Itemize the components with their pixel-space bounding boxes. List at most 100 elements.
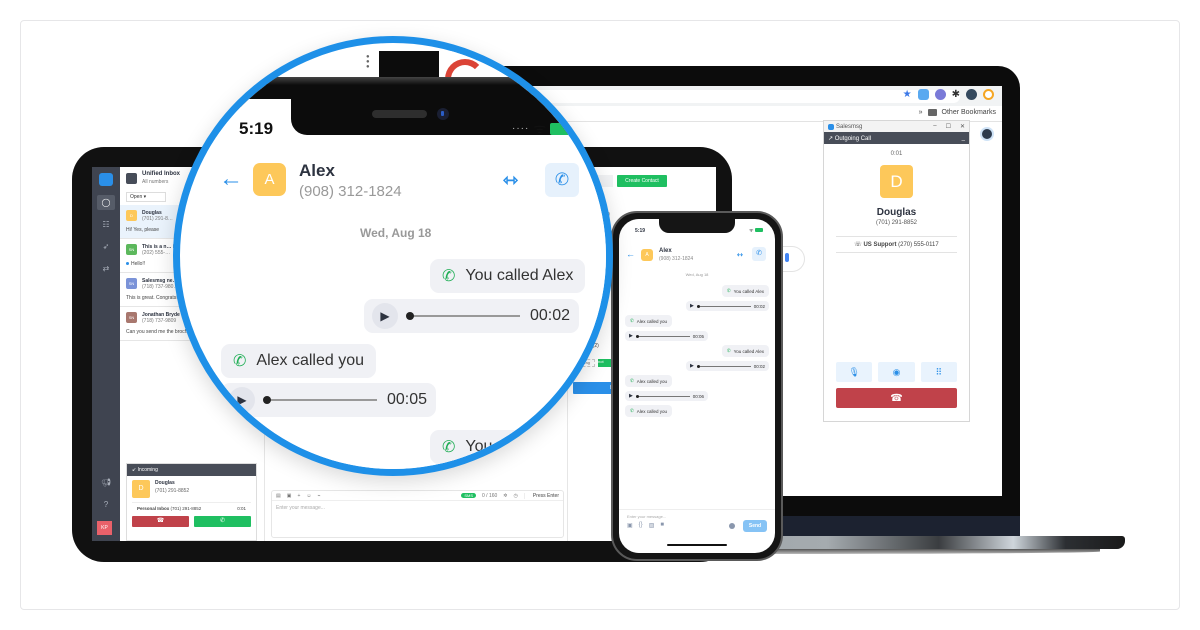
puzzle-icon[interactable]: ✱ <box>952 89 960 100</box>
broadcast-icon[interactable]: ➶ <box>97 239 115 254</box>
call-button[interactable]: ✆ <box>752 247 766 261</box>
chat-icon[interactable]: ◯ <box>97 195 115 210</box>
play-button[interactable]: ▶ <box>690 363 694 369</box>
phone-screen: 5:19 ᯤ ← A Alex (908) 312-1824 ⇿ ✆ Wed, … <box>619 219 775 553</box>
salesmsg-logo-icon[interactable] <box>99 173 113 186</box>
call-button[interactable]: ✆ <box>545 163 579 197</box>
record-button[interactable]: ◉ <box>878 362 915 382</box>
line-label: US Support <box>863 242 897 248</box>
zoomed-dark-strip <box>379 51 439 78</box>
status-filter-dropdown[interactable]: Open ▾ <box>126 192 166 202</box>
play-button[interactable]: ▶ <box>690 303 694 309</box>
add-icon[interactable]: + <box>297 493 300 499</box>
user-avatar[interactable] <box>980 127 994 141</box>
status-time: 5:19 <box>635 228 646 234</box>
message-row: ▶ 00:06 <box>625 391 769 405</box>
schedule-icon[interactable]: ◷ <box>514 493 518 499</box>
hang-up-icon: ☎ <box>156 518 165 524</box>
battery-icon <box>550 122 575 135</box>
date-divider: Wed, Aug 18 <box>685 272 709 277</box>
template-icon[interactable]: ▣ <box>627 522 633 529</box>
speaker-grille <box>372 110 427 118</box>
user-avatar[interactable]: KP <box>97 521 112 535</box>
play-button[interactable]: ▶ <box>372 303 398 329</box>
audio-progress-slider[interactable] <box>635 334 690 338</box>
megaphone-icon[interactable]: 📢︎ <box>97 475 115 490</box>
extension-icon[interactable] <box>934 89 946 100</box>
inbox-subtitle: All numbers <box>142 178 169 185</box>
audio-duration: 00:05 <box>387 391 428 408</box>
collapse-button[interactable]: _ <box>962 135 965 141</box>
attachment-icon[interactable]: ⌁ <box>318 493 321 499</box>
audio-progress-slider[interactable] <box>406 312 520 320</box>
contacts-icon[interactable]: ☷ <box>97 217 115 232</box>
audio-progress-slider[interactable] <box>635 394 690 398</box>
conversation-avatar: SN <box>126 278 137 289</box>
audio-progress-slider[interactable] <box>263 396 377 404</box>
home-indicator <box>667 544 727 546</box>
outgoing-call-icon: ✆ <box>442 268 456 285</box>
merge-contacts-icon[interactable]: ⇿ <box>737 251 743 259</box>
play-button[interactable]: ▶ <box>229 387 255 413</box>
schedule-icon[interactable] <box>729 523 735 529</box>
dialpad-button[interactable]: ⠿ <box>920 362 957 382</box>
create-contact-button[interactable]: Create Contact <box>617 175 667 187</box>
conversation-phone: (701) 291-8… <box>142 216 173 222</box>
other-bookmarks[interactable]: Other Bookmarks <box>942 109 996 116</box>
sms-toggle[interactable]: SMS <box>461 493 476 498</box>
preview-text: Hi! Yes, please <box>126 227 160 233</box>
orange-extension-icon[interactable] <box>983 89 994 100</box>
message-input[interactable]: Enter your message... <box>272 501 563 515</box>
call-log-text: Alex called you <box>256 352 365 369</box>
record-icon: ◉ <box>892 366 901 377</box>
send-mode-button[interactable]: Press Enter <box>523 492 559 499</box>
incoming-timer: 0:01 <box>237 506 246 511</box>
audio-progress-slider[interactable] <box>696 304 751 308</box>
play-button[interactable]: ▶ <box>629 333 633 339</box>
back-button[interactable]: ← <box>219 165 243 193</box>
call-log-bubble: ✆ You called Alex <box>430 259 586 293</box>
audio-progress-slider[interactable] <box>696 364 751 368</box>
maximize-button[interactable]: ☐ <box>946 123 951 130</box>
help-icon[interactable]: ? <box>97 497 115 512</box>
profile-icon[interactable] <box>966 89 977 100</box>
status-icons: ᯤ <box>749 228 763 234</box>
decline-call-button[interactable]: ☎ <box>132 516 189 527</box>
close-button[interactable]: ✕ <box>960 123 965 130</box>
audio-player: ▶ 00:02 <box>364 299 579 333</box>
image-icon[interactable]: ▨ <box>649 522 655 529</box>
contact-phone: (701) 291-8852 <box>875 220 918 226</box>
wifi-icon: ᯤ <box>749 228 754 234</box>
contact-name: Alex <box>299 161 335 180</box>
salesmsg-extension-icon[interactable] <box>917 89 929 100</box>
settings-icon[interactable]: ✲ <box>503 493 507 499</box>
play-button[interactable]: ▶ <box>629 393 633 399</box>
star-icon[interactable]: ★ <box>903 89 912 100</box>
code-icon[interactable]: {} <box>639 522 643 529</box>
accept-call-button[interactable]: ✆ <box>194 516 251 527</box>
send-button[interactable]: Send <box>743 520 767 532</box>
save-icon[interactable]: ▣ <box>287 493 292 499</box>
message-thread: ✆ You called Alex ▶ 00:02 ✆ Alex called you ▶ 0… <box>625 285 769 421</box>
incoming-call-icon: ✆ <box>630 378 634 383</box>
handshake-icon[interactable]: ⇄ <box>97 261 115 276</box>
emoji-icon[interactable]: ☺ <box>306 493 311 499</box>
call-log-bubble: ✆ Alex called you <box>625 315 673 327</box>
incoming-call-panel: ↙ Incoming D Douglas (701) 291-8852 Pers… <box>126 463 257 541</box>
template-icon[interactable]: ▤ <box>276 493 281 499</box>
message-row: ▶ 00:05 <box>625 331 769 345</box>
mute-button[interactable]: 🎙︎ <box>836 362 873 382</box>
chevron-icon[interactable]: » <box>919 109 923 116</box>
minimize-button[interactable]: – <box>933 123 936 130</box>
audio-player: ▶ 00:06 <box>625 391 708 401</box>
phone-icon: ✆ <box>756 250 762 257</box>
line-label: Personal Inbox <box>137 506 170 511</box>
incoming-call-icon: ✆ <box>233 353 247 370</box>
note-icon[interactable]: ■ <box>660 522 664 529</box>
merge-contacts-icon[interactable]: ⇿ <box>503 170 518 191</box>
outgoing-call-label: ↗ Outgoing Call <box>828 136 872 142</box>
back-button[interactable]: ← <box>626 249 635 259</box>
inbox-title[interactable]: Unified Inbox <box>142 171 180 179</box>
hang-up-button[interactable]: ☎ <box>836 388 957 408</box>
message-row: ▶ 00:02 <box>625 301 769 315</box>
